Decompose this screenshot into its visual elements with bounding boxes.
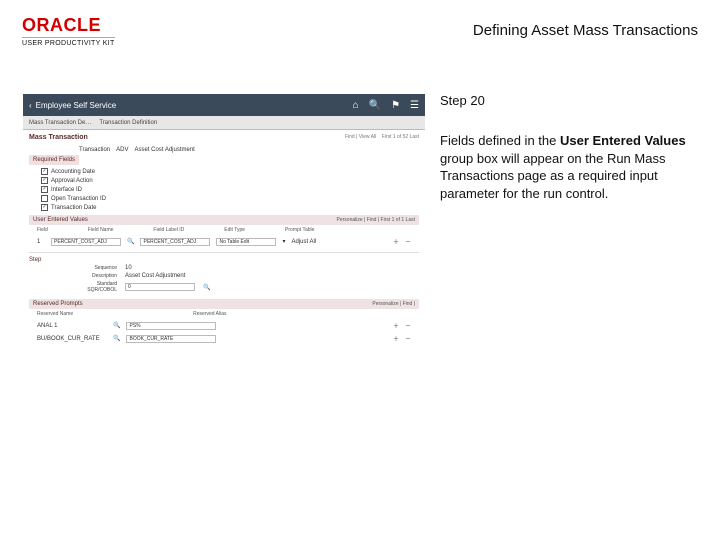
back-icon: ‹ (29, 101, 32, 110)
find-view-link: Find | View All (345, 134, 376, 140)
toolbar-item-1: Mass Transaction De… (29, 120, 91, 126)
checkbox-icon: ✓ (41, 186, 48, 193)
uev-col: Field (37, 227, 48, 233)
uev-col: Edit Type (224, 227, 245, 233)
uev-row: 1 PERCENT_COST_ADJ 🔍 PERCENT_COST_ADJ No… (29, 235, 419, 248)
uev-col: Prompt Table (285, 227, 314, 233)
uev-labelid: PERCENT_COST_ADJ (140, 238, 210, 246)
step-label: Step 20 (440, 93, 698, 108)
req-field-label: Accounting Date (51, 169, 95, 175)
kv-label: Sequence (69, 265, 117, 271)
reserved-name: BU/BOOK_CUR_RATE (37, 336, 107, 342)
pager-meta: First 1 of 52 Last (382, 134, 419, 140)
home-icon: ⌂ (353, 100, 359, 111)
add-icon: ＋ (393, 321, 399, 330)
toolbar-item-2: Transaction Definition (99, 120, 157, 126)
transaction-label: Transaction (79, 147, 110, 153)
app-title: Employee Self Service (36, 101, 116, 110)
page-title: Defining Asset Mass Transactions (473, 16, 698, 39)
checkbox-icon: ✓ (41, 177, 48, 184)
lookup-icon: 🔍 (113, 322, 120, 329)
add-icon: ＋ (393, 334, 399, 343)
uev-title: User Entered Values (33, 217, 88, 223)
flag-icon: ⚑ (391, 100, 400, 111)
reserved-name: ANAL 1 (37, 323, 107, 329)
checkbox-icon: ✓ (41, 168, 48, 175)
brand-block: ORACLE USER PRODUCTIVITY KIT (22, 16, 115, 47)
app-topbar: ‹ Employee Self Service ⌂ 🔍 ⚑ ☰ (23, 94, 425, 116)
uev-col: Field Label ID (153, 227, 184, 233)
transaction-desc: Asset Cost Adjustment (134, 147, 194, 153)
reserved-tools: Personalize | Find | (372, 301, 415, 307)
reserved-col: Reserved Alias (193, 311, 226, 317)
transaction-id: ADV (116, 147, 128, 153)
upk-subtitle: USER PRODUCTIVITY KIT (22, 37, 115, 47)
required-fields-heading: Required Fields (29, 155, 79, 165)
step-instruction: Fields defined in the User Entered Value… (440, 132, 698, 202)
uev-fieldname: PERCENT_COST_ADJ (51, 238, 121, 246)
remove-icon: － (405, 321, 411, 330)
app-breadcrumb-bar: Mass Transaction De… Transaction Definit… (23, 116, 425, 130)
kv-label: Standard SQR/COBOL (69, 281, 117, 293)
user-entered-values-bar: User Entered Values Personalize | Find |… (29, 215, 419, 225)
reserved-col: Reserved Name (37, 311, 73, 317)
kv-value: 0 (125, 283, 195, 291)
uev-header-row: Field Field Name Field Label ID Edit Typ… (29, 225, 419, 235)
lookup-icon: 🔍 (113, 335, 120, 342)
lookup-icon: 🔍 (127, 238, 134, 245)
instruction-column: Step 20 Fields defined in the User Enter… (440, 93, 698, 352)
oracle-logo: ORACLE (22, 16, 115, 34)
reserved-alias: BOOK_CUR_RATE (126, 335, 216, 343)
uev-tools: Personalize | Find | (337, 217, 381, 223)
search-icon: 🔍 (369, 100, 381, 111)
req-field-label: Approval Action (51, 178, 93, 184)
chevron-down-icon: ▾ (282, 238, 285, 245)
step-section-heading: Step (29, 257, 419, 263)
uev-row-n: 1 (37, 239, 45, 245)
uev-prompt: Adjust All (292, 239, 317, 245)
uev-rowcount: First 1 of 1 Last (381, 217, 415, 223)
instr-post: group box will appear on the Run Mass Tr… (440, 151, 665, 201)
lookup-icon: 🔍 (203, 284, 210, 291)
req-field-label: Open Transaction ID (51, 196, 106, 202)
embedded-app-screenshot: ‹ Employee Self Service ⌂ 🔍 ⚑ ☰ Mass Tra… (22, 93, 426, 352)
checkbox-icon: ✓ (41, 204, 48, 211)
mass-transaction-heading: Mass Transaction (29, 134, 88, 141)
req-field-label: Interface ID (51, 187, 82, 193)
req-field-label: Transaction Date (51, 205, 96, 211)
reserved-prompts-bar: Reserved Prompts Personalize | Find | (29, 299, 419, 309)
reserved-title: Reserved Prompts (33, 301, 83, 307)
uev-edittype: No Table Edit (216, 238, 276, 246)
menu-icon: ☰ (410, 100, 419, 111)
kv-value: Asset Cost Adjustment (125, 273, 195, 279)
instr-pre: Fields defined in the (440, 133, 560, 148)
add-icon: ＋ (393, 237, 399, 246)
remove-icon: － (405, 237, 411, 246)
uev-col: Field Name (88, 227, 114, 233)
reserved-alias: PS% (126, 322, 216, 330)
instr-bold: User Entered Values (560, 133, 686, 148)
kv-value: 10 (125, 265, 195, 271)
remove-icon: － (405, 334, 411, 343)
kv-label: Description (69, 273, 117, 279)
checkbox-icon (41, 195, 48, 202)
